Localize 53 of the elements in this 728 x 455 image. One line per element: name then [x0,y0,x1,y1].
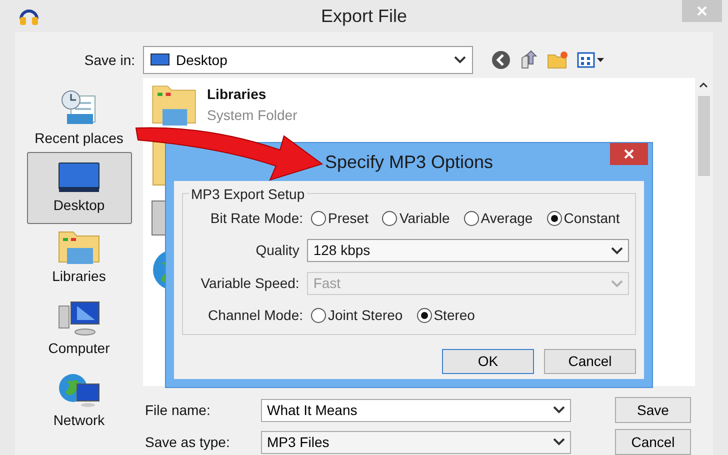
scroll-up-icon [699,82,708,88]
save-as-type-label: Save as type: [144,432,231,452]
radio-label: Stereo [434,306,475,325]
radio-label: Preset [328,209,368,228]
radio-label: Joint Stereo [328,306,403,325]
scroll-thumb[interactable] [698,96,710,176]
dialog-button[interactable]: OK [442,349,534,374]
file-item[interactable]: Libraries System Folder [151,84,298,126]
close-icon [624,149,634,159]
radio-button[interactable] [546,211,562,226]
location-dropdown[interactable]: Desktop [143,46,473,74]
radio-label: Constant [564,209,620,228]
new-folder-icon[interactable] [547,50,569,70]
monitor-icon [57,160,101,194]
field-label: Bit Rate Mode: [209,209,304,228]
radio-button[interactable] [311,308,326,323]
dropdown-field: Fast [307,272,629,295]
chevron-down-icon [611,246,623,254]
place-item[interactable]: Recent places [26,86,132,152]
chevron-down-icon [553,438,565,446]
place-item[interactable]: Libraries [26,224,132,296]
close-button[interactable] [610,143,648,165]
radio-button[interactable] [311,211,326,226]
back-icon[interactable] [491,50,511,70]
close-icon [697,6,707,16]
chevron-down-icon [553,406,565,414]
view-menu-icon[interactable] [577,51,605,69]
up-folder-icon[interactable] [519,50,539,70]
dialog-title: Specify MP3 Options [324,150,494,174]
window-title: Export File [320,4,408,28]
place-item[interactable]: Network [26,368,132,440]
save-button[interactable]: Save [615,397,691,423]
folder-icon [151,84,197,126]
file-name-label: File name: [144,400,212,420]
radio-label: Variable [399,209,450,228]
field-label: Variable Speed: [200,274,300,293]
dialog-button[interactable]: Cancel [544,349,636,374]
monitor-icon [150,53,170,67]
radio-button[interactable] [382,211,398,226]
radio-button[interactable] [464,211,479,226]
cancel-button[interactable]: Cancel [615,429,691,455]
place-item[interactable]: Desktop [26,152,132,224]
save-in-label: Save in: [83,50,136,70]
chevron-down-icon [611,280,623,288]
radio-button[interactable] [416,308,432,323]
file-name-field[interactable]: What It Means [261,398,571,422]
field-label: Channel Mode: [207,306,304,325]
chevron-down-icon [454,56,466,64]
file-type-dropdown[interactable]: MP3 Files [261,430,571,454]
radio-label: Average [480,209,533,228]
place-item[interactable]: Computer [26,296,132,368]
field-label: Quality [254,241,300,260]
dropdown-field[interactable]: 128 kbps [307,239,629,262]
